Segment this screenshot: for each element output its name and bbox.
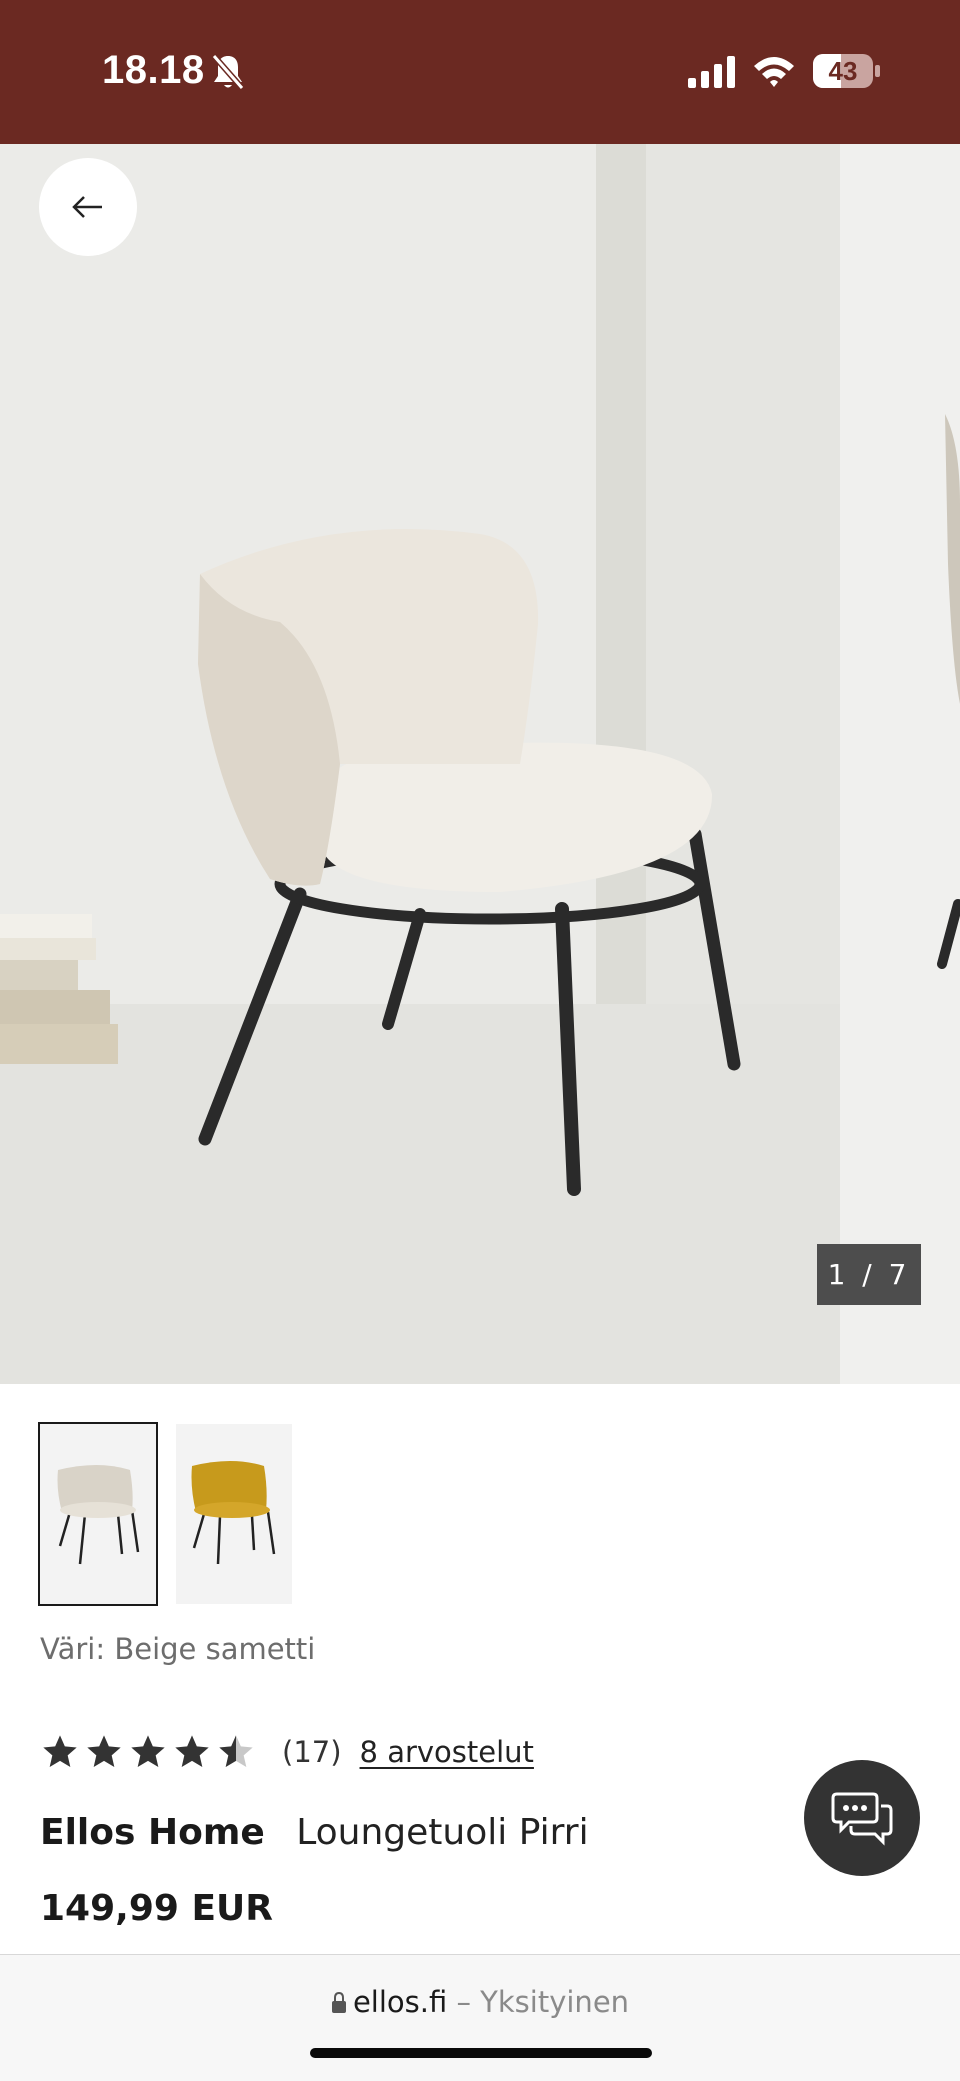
image-counter: 1 / 7 [817, 1244, 921, 1305]
product-image-gallery[interactable]: 1 / 7 [0, 144, 960, 1384]
product-title: Ellos Home Loungetuoli Pirri [40, 1812, 589, 1853]
product-image [0, 144, 960, 1384]
price: 149,99 EUR [40, 1888, 273, 1929]
star-full-icon [87, 1735, 121, 1767]
bell-slash-icon [210, 52, 246, 97]
rating-row: (17) 8 arvostelut [40, 1728, 534, 1776]
star-rating [40, 1732, 256, 1772]
chat-button[interactable] [804, 1760, 920, 1876]
chat-icon [831, 1792, 893, 1846]
arrow-left-icon [72, 196, 102, 218]
rating-count: (17) [282, 1735, 342, 1769]
wifi-icon [752, 54, 796, 93]
brand-name[interactable]: Ellos Home [40, 1812, 265, 1853]
signal-icon [688, 56, 738, 93]
status-bar: 18.18 43 [0, 0, 960, 144]
star-half-icon [219, 1735, 253, 1767]
star-full-icon [131, 1735, 165, 1767]
home-indicator[interactable] [310, 2048, 652, 2058]
star-full-icon [43, 1735, 77, 1767]
reviews-link[interactable]: 8 arvostelut [360, 1735, 534, 1769]
url-separator: – [456, 1985, 471, 2019]
battery-level: 43 [828, 56, 858, 86]
thumbnail-beige-chair[interactable] [38, 1422, 158, 1606]
browsing-mode: Yksityinen [480, 1985, 630, 2019]
battery-icon: 43 [812, 52, 882, 95]
url-domain: ellos.fi [352, 1985, 448, 2019]
star-full-icon [175, 1735, 209, 1767]
status-time: 18.18 [102, 48, 205, 92]
lock-icon [331, 1991, 346, 2013]
thumbnail-beige-chair-image [40, 1424, 156, 1604]
thumbnail-yellow-chair[interactable] [176, 1424, 292, 1604]
product-name: Loungetuoli Pirri [296, 1812, 589, 1853]
url-display[interactable]: ellos.fi – Yksityinen [0, 1985, 960, 2019]
thumbnail-yellow-chair-image [176, 1424, 292, 1604]
browser-url-bar[interactable]: ellos.fi – Yksityinen [0, 1954, 960, 2081]
back-button[interactable] [39, 158, 137, 256]
color-label: Väri: Beige sametti [40, 1632, 316, 1666]
